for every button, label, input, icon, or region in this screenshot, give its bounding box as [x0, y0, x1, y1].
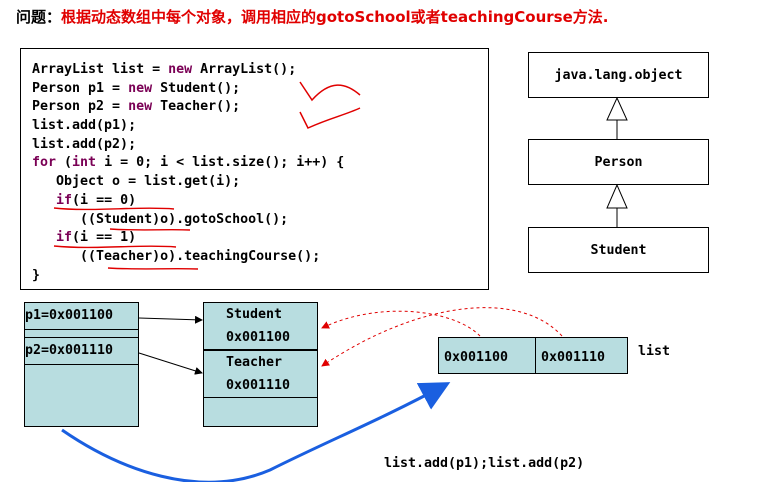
uml-inheritance-arrows	[606, 96, 628, 227]
list-add-arrow	[61, 382, 451, 482]
p2-reference-arrow	[138, 352, 203, 375]
list-cell0-reference-arrow	[321, 310, 481, 337]
check-mark-1	[299, 81, 361, 102]
p1-reference-arrow	[138, 315, 203, 324]
annotation-layer	[53, 81, 628, 482]
check-mark-2	[299, 107, 361, 129]
code-underlines	[53, 207, 199, 270]
